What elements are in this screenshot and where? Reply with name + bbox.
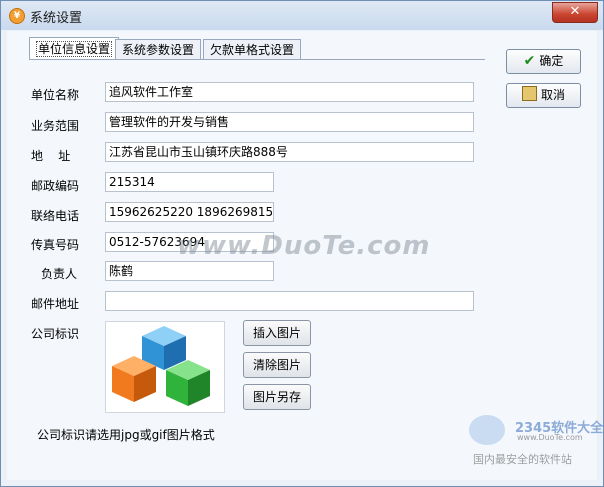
dialog-body: 单位信息设置 系统参数设置 欠款单格式设置 ✔ 确定 取消 单位名称 追风软件工作…: [7, 31, 603, 480]
checkmark-icon: ✔: [523, 53, 536, 69]
tab-label: 单位信息设置: [36, 41, 113, 57]
company-name-label: 单位名称: [31, 88, 80, 102]
cloud-logo-icon: [469, 415, 505, 445]
2345-watermark: 2345软件大全 www.DuoTe.com 国内最安全的软件站: [465, 411, 603, 471]
cubes-logo-icon: [112, 326, 210, 406]
ok-button[interactable]: ✔ 确定: [506, 49, 581, 74]
settings-window: ¥ 系统设置 ✕ 单位信息设置 系统参数设置 欠款单格式设置 ✔ 确定 取消 单位…: [0, 0, 604, 487]
postal-code-field[interactable]: 215314: [105, 172, 274, 192]
business-scope-field[interactable]: 管理软件的开发与销售: [105, 112, 474, 132]
tab-company-info[interactable]: 单位信息设置: [29, 37, 120, 60]
watermark-slogan: 国内最安全的软件站: [473, 453, 572, 466]
email-field[interactable]: [105, 291, 474, 311]
postal-code-label: 邮政编码: [31, 179, 80, 193]
address-field[interactable]: 江苏省昆山市玉山镇环庆路888号: [105, 142, 474, 162]
clear-image-button[interactable]: 清除图片: [243, 352, 311, 378]
logo-label: 公司标识: [31, 327, 80, 341]
contact-person-label: 负责人: [41, 267, 78, 281]
phone-label: 联络电话: [31, 209, 80, 223]
watermark-url: www.DuoTe.com: [517, 433, 583, 442]
save-image-as-button[interactable]: 图片另存: [243, 384, 311, 410]
logo-format-hint: 公司标识请选用jpg或gif图片格式: [37, 428, 215, 442]
ok-label: 确定: [539, 54, 564, 68]
company-name-field[interactable]: 追风软件工作室: [105, 82, 474, 102]
close-button[interactable]: ✕: [552, 2, 598, 23]
duote-watermark: www.DuoTe.com: [177, 231, 431, 261]
business-scope-label: 业务范围: [31, 119, 80, 133]
window-title: 系统设置: [30, 11, 83, 26]
tab-system-params[interactable]: 系统参数设置: [115, 39, 202, 60]
company-logo-image: [105, 321, 225, 413]
title-bar: ¥ 系统设置 ✕: [1, 1, 603, 30]
cancel-button[interactable]: 取消: [506, 83, 581, 108]
yen-app-icon: ¥: [9, 8, 25, 24]
insert-image-button[interactable]: 插入图片: [243, 320, 311, 346]
cancel-doc-icon: [521, 86, 537, 101]
tab-divider: [29, 59, 485, 60]
contact-person-field[interactable]: 陈鹤: [105, 261, 274, 281]
address-label: 地 址: [31, 149, 71, 163]
tab-debt-format[interactable]: 欠款单格式设置: [203, 39, 302, 60]
phone-field[interactable]: 15962625220 18962698151: [105, 202, 274, 222]
email-label: 邮件地址: [31, 297, 80, 311]
fax-label: 传真号码: [31, 238, 80, 252]
cancel-label: 取消: [540, 88, 565, 102]
